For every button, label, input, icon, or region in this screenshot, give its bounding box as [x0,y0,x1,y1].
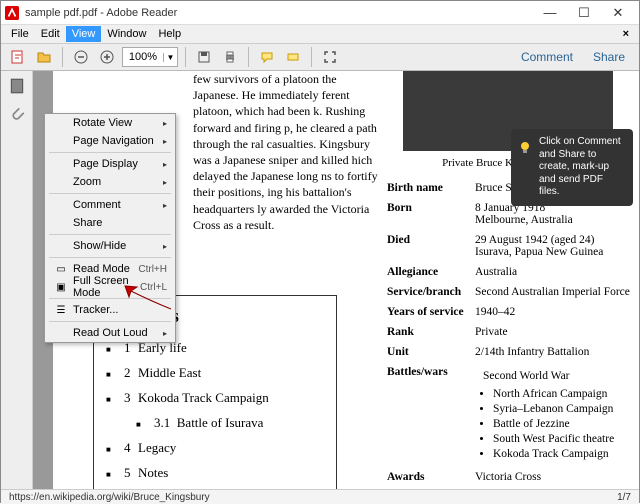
lightbulb-icon [517,139,533,155]
info-row: Years of service1940–42 [387,306,639,318]
info-row: RankPrivate [387,326,639,338]
zoom-dropdown-icon[interactable]: ▼ [163,53,177,62]
info-row: Born8 January 1918Melbourne, Australia [387,202,639,226]
save-button[interactable] [193,46,215,68]
feature-tooltip: Click on Comment and Share to create, ma… [511,129,633,206]
menu-file[interactable]: File [5,26,35,42]
statusbar: https://en.wikipedia.org/wiki/Bruce_King… [1,489,639,504]
menu-rotate-view[interactable]: Rotate View▸ [45,114,175,132]
comment-panel-button[interactable]: Comment [513,48,581,66]
menu-show-hide[interactable]: Show/Hide▸ [45,237,175,255]
info-row: Died29 August 1942 (aged 24)Isurava, Pap… [387,234,639,258]
share-panel-button[interactable]: Share [585,48,633,66]
adobe-reader-icon [5,6,19,20]
page-indicator: 1/7 [617,492,631,503]
sidebar [1,71,33,489]
minimize-button[interactable]: — [533,2,567,24]
menu-tracker[interactable]: ☰Tracker... [45,301,175,319]
menu-share[interactable]: Share [45,214,175,232]
menu-zoom[interactable]: Zoom▸ [45,173,175,191]
view-menu-dropdown: Rotate View▸ Page Navigation▸ Page Displ… [44,113,176,343]
read-mode-icon: ▭ [53,262,69,276]
info-row: Service/branchSecond Australian Imperial… [387,286,639,298]
info-row-battles: Battles/warsSecond World WarNorth Africa… [387,366,639,463]
menu-full-screen[interactable]: ▣Full Screen ModeCtrl+L [45,278,175,296]
info-row: AllegianceAustralia [387,266,639,278]
zoom-out-button[interactable] [70,46,92,68]
status-url: https://en.wikipedia.org/wiki/Bruce_King… [9,492,210,503]
window-title: sample pdf.pdf - Adobe Reader [25,7,533,19]
print-button[interactable] [219,46,241,68]
zoom-combo[interactable]: ▼ [122,47,178,67]
toolbar: ▼ Comment Share [1,43,639,71]
close-button[interactable]: ✕ [601,2,635,24]
close-document-button[interactable]: × [617,28,635,40]
menu-page-display[interactable]: Page Display▸ [45,155,175,173]
info-row-awards: AwardsVictoria Cross [387,471,639,483]
menu-view[interactable]: View [66,26,102,42]
fullscreen-icon: ▣ [53,280,69,294]
titlebar: sample pdf.pdf - Adobe Reader — ☐ ✕ [1,1,639,25]
tracker-icon: ☰ [53,303,69,317]
tooltip-text: Click on Comment and Share to create, ma… [539,136,621,197]
body-paragraph: few survivors of a platoon the Japanese.… [193,71,385,233]
toc-item[interactable]: ■3 Kokoda Track Campaign [106,390,324,406]
menubar: File Edit View Window Help × [1,25,639,43]
menu-edit[interactable]: Edit [35,26,66,42]
toc-item[interactable]: ■4 Legacy [106,440,324,456]
infobox: Birth nameBruce Steel KingsburyBorn8 Jan… [387,177,639,489]
menu-help[interactable]: Help [152,26,187,42]
menu-window[interactable]: Window [101,26,152,42]
open-button[interactable] [33,46,55,68]
menu-comment[interactable]: Comment▸ [45,196,175,214]
maximize-button[interactable]: ☐ [567,2,601,24]
toc-subitem[interactable]: ■3.1 Battle of Isurava [136,415,324,431]
sticky-note-button[interactable] [256,46,278,68]
zoom-in-button[interactable] [96,46,118,68]
highlight-button[interactable] [282,46,304,68]
menu-page-navigation[interactable]: Page Navigation▸ [45,132,175,150]
toc-item[interactable]: ■2 Middle East [106,365,324,381]
attachments-icon[interactable] [8,105,26,123]
thumbnails-icon[interactable] [8,77,26,95]
menu-read-out-loud[interactable]: Read Out Loud▸ [45,324,175,342]
fullscreen-toggle-button[interactable] [319,46,341,68]
toc-item[interactable]: ■5 Notes [106,465,324,481]
export-pdf-button[interactable] [7,46,29,68]
zoom-input[interactable] [123,51,163,63]
info-row: Unit2/14th Infantry Battalion [387,346,639,358]
